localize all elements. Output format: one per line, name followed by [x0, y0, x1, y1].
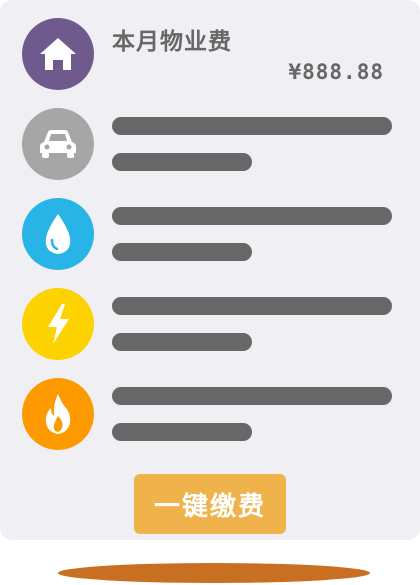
- parking-fee-row[interactable]: [22, 108, 402, 182]
- card-shadow: [58, 563, 370, 583]
- placeholder-bar: [112, 153, 252, 171]
- placeholder-bar: [112, 117, 392, 135]
- lightning-icon: [22, 288, 94, 360]
- placeholder-bar: [112, 243, 252, 261]
- bill-title: 本月物业费: [112, 29, 232, 55]
- water-drop-icon: [22, 198, 94, 270]
- bill-card: 本月物业费 ¥888.88 一键缴费: [0, 0, 420, 540]
- placeholder-bar: [112, 297, 392, 315]
- car-icon: [22, 108, 94, 180]
- one-click-pay-button[interactable]: 一键缴费: [134, 474, 286, 534]
- bill-amount: ¥888.88: [288, 60, 384, 84]
- house-icon: [22, 18, 94, 90]
- placeholder-bar: [112, 387, 392, 405]
- electricity-fee-row[interactable]: [22, 288, 402, 362]
- water-fee-row[interactable]: [22, 198, 402, 272]
- flame-icon: [22, 378, 94, 450]
- placeholder-bar: [112, 333, 252, 351]
- gas-fee-row[interactable]: [22, 378, 402, 452]
- placeholder-bar: [112, 423, 252, 441]
- placeholder-bar: [112, 207, 392, 225]
